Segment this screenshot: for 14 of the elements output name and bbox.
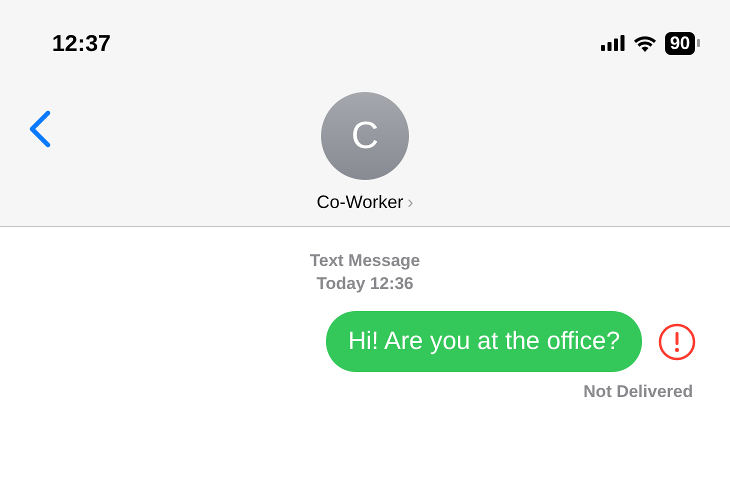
status-time: 12:37 [52,30,111,56]
battery-tip-icon [697,39,700,47]
service-label: Text Message [310,250,420,272]
chevron-icon: › [407,192,414,213]
contact-avatar[interactable]: C [321,92,409,180]
error-icon[interactable] [658,322,696,360]
message-bubble[interactable]: Hi! Are you at the office? [326,311,642,372]
signal-icon [600,35,625,51]
timestamp: Today 12:36 [316,273,414,295]
wifi-icon [632,34,657,52]
delivery-status: Not Delivered [582,382,694,402]
contact-name[interactable]: Co-Worker [316,192,404,213]
back-icon[interactable] [28,110,52,148]
battery-level: 90 [664,32,695,54]
